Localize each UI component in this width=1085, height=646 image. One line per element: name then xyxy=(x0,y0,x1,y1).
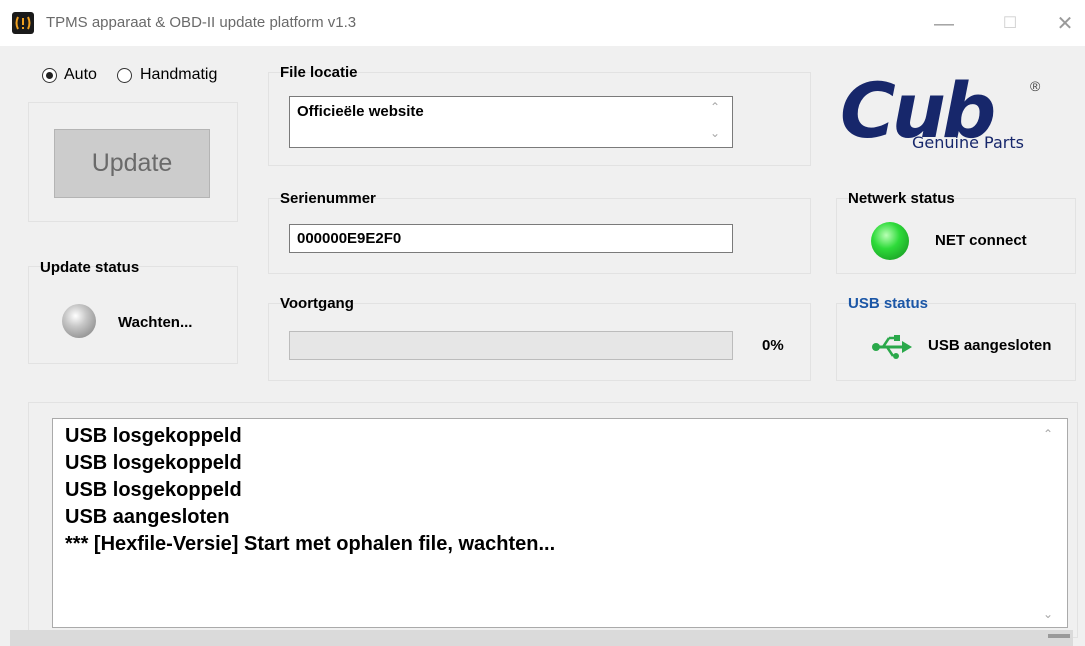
minimize-button[interactable]: — xyxy=(929,10,959,38)
serial-title: Serienummer xyxy=(280,190,376,207)
network-status-title: Netwerk status xyxy=(848,190,955,207)
progress-percent: 0% xyxy=(762,337,784,354)
window-title: TPMS apparaat & OBD-II update platform v… xyxy=(46,14,357,31)
update-status-indicator-icon xyxy=(62,304,96,338)
close-button[interactable]: ✕ xyxy=(1050,10,1080,38)
manual-radio[interactable] xyxy=(117,68,132,83)
progress-bar xyxy=(289,331,733,360)
update-status-title: Update status xyxy=(40,259,140,276)
logo-registered-mark: ® xyxy=(1030,78,1041,94)
maximize-button[interactable]: ☐ xyxy=(995,10,1025,38)
progress-title: Voortgang xyxy=(280,295,354,312)
radio-checked-icon xyxy=(42,68,57,83)
usb-icon xyxy=(871,334,913,365)
file-location-field[interactable]: Officieële website xyxy=(289,96,733,148)
update-button[interactable]: Update xyxy=(54,129,210,198)
auto-label[interactable]: Auto xyxy=(64,66,97,84)
tpms-warning-icon xyxy=(12,12,34,34)
log-scroll-up-icon[interactable]: ⌃ xyxy=(1043,427,1053,441)
scroll-up-icon[interactable]: ⌃ xyxy=(710,100,720,114)
log-line: USB losgekoppeld xyxy=(65,452,242,474)
status-strip xyxy=(10,630,1073,646)
scroll-down-icon[interactable]: ⌄ xyxy=(710,126,720,140)
logo-tagline: Genuine Parts xyxy=(912,133,1024,152)
file-location-value: Officieële website xyxy=(297,103,424,120)
network-status-text: NET connect xyxy=(935,232,1027,249)
auto-radio[interactable] xyxy=(42,68,57,83)
log-line: *** [Hexfile-Versie] Start met ophalen f… xyxy=(65,533,556,555)
usb-status-title: USB status xyxy=(848,295,929,312)
cub-logo: Cub ® Genuine Parts xyxy=(840,66,1080,170)
file-location-title: File locatie xyxy=(280,64,358,81)
update-status-text: Wachten... xyxy=(118,314,193,331)
log-scroll-down-icon[interactable]: ⌄ xyxy=(1043,607,1053,621)
log-textarea[interactable]: USB losgekoppeld USB losgekoppeld USB lo… xyxy=(52,418,1068,628)
usb-status-text: USB aangesloten xyxy=(928,337,1052,354)
resize-grip-icon[interactable] xyxy=(1048,634,1070,638)
serial-value: 000000E9E2F0 xyxy=(297,230,402,247)
manual-label[interactable]: Handmatig xyxy=(140,66,217,84)
log-line: USB losgekoppeld xyxy=(65,479,242,501)
log-line: USB aangesloten xyxy=(65,506,230,528)
serial-field[interactable]: 000000E9E2F0 xyxy=(289,224,733,253)
network-status-indicator-icon xyxy=(871,222,909,260)
log-line: USB losgekoppeld xyxy=(65,425,242,447)
